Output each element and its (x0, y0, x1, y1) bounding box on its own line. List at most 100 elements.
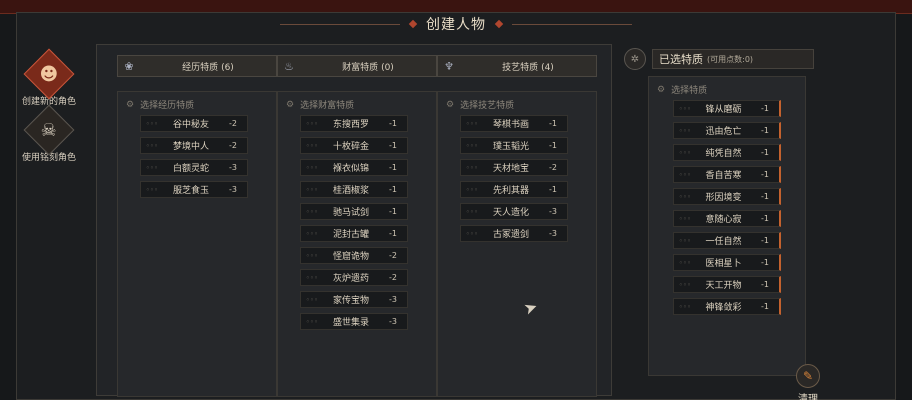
trait-item[interactable]: ◦◦◦ 褓衣似锦 -1 (300, 159, 408, 176)
tab-skill-traits[interactable]: ♆ 技艺特质 (4) (437, 55, 597, 77)
gear-icon: ⚙ (286, 99, 295, 110)
tag-icon: ◦◦◦ (465, 229, 479, 238)
skull-icon: ☠ (23, 104, 75, 156)
tag-icon: ◦◦◦ (305, 119, 319, 128)
wealth-trait-list: ⚙ 选择财富特质 ◦◦◦ 东搜西罗 -1 ◦◦◦ 十枚碎金 -1 ◦◦◦ 褓衣似锦 -1 ◦◦… (277, 91, 437, 397)
tag-icon: ◦◦◦ (305, 207, 319, 216)
trait-item[interactable]: ◦◦◦ 怪窟诡物 -2 (300, 247, 408, 264)
selected-trait-item[interactable]: ◦◦◦ 迅由危亡 -1 (673, 122, 781, 139)
diamond-icon (494, 19, 504, 29)
cup-icon: ♆ (444, 59, 454, 73)
trait-item[interactable]: ◦◦◦ 先利其器 -1 (460, 181, 568, 198)
tab-wealth-traits[interactable]: ♨ 财富特质 (0) (277, 55, 437, 77)
trait-item[interactable]: ◦◦◦ 灰炉遗药 -2 (300, 269, 408, 286)
column-count: (6) (221, 62, 234, 73)
create-new-character-button[interactable]: ☻ 创建新的角色 (18, 48, 80, 107)
tag-icon: ◦◦◦ (678, 280, 692, 289)
traits-panel: ❀ 经历特质 (6) ⚙ 选择经历特质 ◦◦◦ 谷中秘友 -2 ◦◦◦ 梦境中人 -2 ◦… (96, 44, 612, 397)
selected-trait-item[interactable]: ◦◦◦ 一任自然 -1 (673, 232, 781, 249)
column-title: 财富特质 (342, 62, 379, 73)
trait-item[interactable]: ◦◦◦ 白额灵蛇 -3 (140, 159, 248, 176)
box-title: 选择技艺特质 (460, 101, 515, 111)
trait-item[interactable]: ◦◦◦ 天人造化 -3 (460, 203, 568, 220)
trait-item[interactable]: ◦◦◦ 璞玉韬光 -1 (460, 137, 568, 154)
tag-icon: ◦◦◦ (305, 141, 319, 150)
cleanup-button[interactable]: ✎ 清理 (790, 364, 826, 400)
gear-icon: ⚙ (446, 99, 455, 110)
tag-icon: ◦◦◦ (145, 163, 159, 172)
tag-icon: ◦◦◦ (465, 119, 479, 128)
tag-icon: ◦◦◦ (305, 185, 319, 194)
skill-column: ♆ 技艺特质 (4) ⚙ 选择技艺特质 ◦◦◦ 琴棋书画 -1 ◦◦◦ 璞玉韬光 -1 ◦… (437, 55, 597, 397)
wheel-icon: ✲ (624, 48, 646, 70)
wealth-column: ♨ 财富特质 (0) ⚙ 选择财富特质 ◦◦◦ 东搜西罗 -1 ◦◦◦ 十枚碎金 -1 ◦… (277, 55, 437, 397)
tag-icon: ◦◦◦ (305, 317, 319, 326)
selected-trait-item[interactable]: ◦◦◦ 意随心寂 -1 (673, 210, 781, 227)
tag-icon: ◦◦◦ (305, 163, 319, 172)
page-title: 创建人物 (426, 17, 486, 33)
bowl-icon: ♨ (284, 59, 294, 73)
selected-traits-title: 已选特质 (659, 53, 703, 66)
trait-item[interactable]: ◦◦◦ 梦境中人 -2 (140, 137, 248, 154)
tag-icon: ◦◦◦ (465, 163, 479, 172)
selected-trait-item[interactable]: ◦◦◦ 纯凭自然 -1 (673, 144, 781, 161)
tag-icon: ◦◦◦ (678, 126, 692, 135)
tag-icon: ◦◦◦ (465, 185, 479, 194)
trait-item[interactable]: ◦◦◦ 谷中秘友 -2 (140, 115, 248, 132)
box-title: 选择经历特质 (140, 101, 195, 111)
available-points: (可用点数:0) (707, 54, 754, 64)
mask-icon: ☻ (23, 48, 75, 100)
box-title: 选择特质 (671, 86, 708, 96)
tag-icon: ◦◦◦ (305, 229, 319, 238)
tag-icon: ◦◦◦ (465, 207, 479, 216)
skill-trait-list: ⚙ 选择技艺特质 ◦◦◦ 琴棋书画 -1 ◦◦◦ 璞玉韬光 -1 ◦◦◦ 天材地宝 -2 ◦◦… (437, 91, 597, 397)
tag-icon: ◦◦◦ (305, 251, 319, 260)
title-bar: 创建人物 (280, 14, 632, 34)
selected-traits-header: ✲ 已选特质 (可用点数:0) (624, 48, 814, 70)
trait-item[interactable]: ◦◦◦ 天材地宝 -2 (460, 159, 568, 176)
tag-icon: ◦◦◦ (678, 192, 692, 201)
trait-item[interactable]: ◦◦◦ 古冢遗剑 -3 (460, 225, 568, 242)
tag-icon: ◦◦◦ (145, 141, 159, 150)
trait-item[interactable]: ◦◦◦ 泥封古罐 -1 (300, 225, 408, 242)
tag-icon: ◦◦◦ (305, 273, 319, 282)
experience-trait-list: ⚙ 选择经历特质 ◦◦◦ 谷中秘友 -2 ◦◦◦ 梦境中人 -2 ◦◦◦ 白额灵蛇 -3 ◦◦… (117, 91, 277, 397)
title-line-left (280, 23, 400, 25)
trait-item[interactable]: ◦◦◦ 服芝食玉 -3 (140, 181, 248, 198)
diamond-icon (408, 19, 418, 29)
selected-trait-item[interactable]: ◦◦◦ 医相星卜 -1 (673, 254, 781, 271)
cleanup-label: 清理 (798, 394, 818, 400)
tag-icon: ◦◦◦ (678, 148, 692, 157)
selected-trait-item[interactable]: ◦◦◦ 锋从磨砺 -1 (673, 100, 781, 117)
selected-trait-list: ⚙ 选择特质 ◦◦◦ 锋从磨砺 -1 ◦◦◦ 迅由危亡 -1 ◦◦◦ 纯凭自然 -1 ◦◦◦ 香… (648, 76, 806, 376)
selected-trait-item[interactable]: ◦◦◦ 天工开物 -1 (673, 276, 781, 293)
selected-trait-item[interactable]: ◦◦◦ 神锋敛彩 -1 (673, 298, 781, 315)
tag-icon: ◦◦◦ (678, 104, 692, 113)
tag-icon: ◦◦◦ (145, 185, 159, 194)
column-title: 技艺特质 (502, 62, 539, 73)
experience-column: ❀ 经历特质 (6) ⚙ 选择经历特质 ◦◦◦ 谷中秘友 -2 ◦◦◦ 梦境中人 -2 ◦… (117, 55, 277, 397)
trait-item[interactable]: ◦◦◦ 东搜西罗 -1 (300, 115, 408, 132)
trait-item[interactable]: ◦◦◦ 驰马试剑 -1 (300, 203, 408, 220)
tab-experience-traits[interactable]: ❀ 经历特质 (6) (117, 55, 277, 77)
trait-item[interactable]: ◦◦◦ 家传宝物 -3 (300, 291, 408, 308)
selected-trait-item[interactable]: ◦◦◦ 形因境变 -1 (673, 188, 781, 205)
gear-icon: ⚙ (657, 84, 666, 95)
selected-trait-item[interactable]: ◦◦◦ 香自苦寒 -1 (673, 166, 781, 183)
use-inscribed-character-button[interactable]: ☠ 使用铭刻角色 (18, 104, 80, 163)
trait-item[interactable]: ◦◦◦ 桂酒椒浆 -1 (300, 181, 408, 198)
trait-item[interactable]: ◦◦◦ 十枚碎金 -1 (300, 137, 408, 154)
trait-item[interactable]: ◦◦◦ 琴棋书画 -1 (460, 115, 568, 132)
column-count: (4) (541, 62, 554, 73)
broom-icon: ✎ (796, 364, 820, 388)
column-count: (0) (381, 62, 394, 73)
tag-icon: ◦◦◦ (678, 170, 692, 179)
lotus-icon: ❀ (124, 59, 134, 73)
tag-icon: ◦◦◦ (678, 214, 692, 223)
trait-item[interactable]: ◦◦◦ 盛世集录 -3 (300, 313, 408, 330)
column-title: 经历特质 (182, 62, 219, 73)
tag-icon: ◦◦◦ (678, 302, 692, 311)
title-line-right (512, 23, 632, 25)
gear-icon: ⚙ (126, 99, 135, 110)
tag-icon: ◦◦◦ (305, 295, 319, 304)
